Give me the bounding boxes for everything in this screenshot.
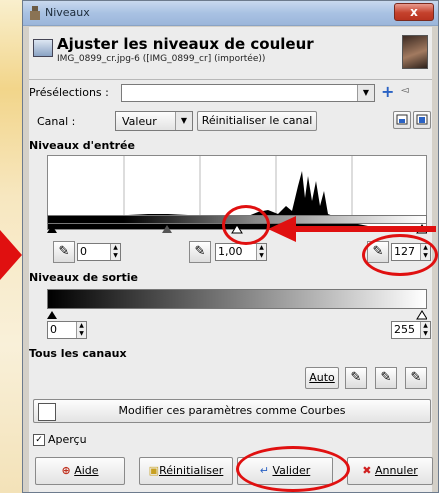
annotation-circle-white — [362, 234, 438, 276]
black-point-eyedropper-button[interactable]: ✎ — [345, 367, 367, 389]
log-histogram-icon[interactable] — [413, 111, 431, 129]
input-black-value: 0 — [80, 245, 87, 258]
input-black-spinner[interactable]: 0 ▲ ▼ — [77, 243, 121, 261]
preset-menu-icon[interactable]: ◅ — [401, 85, 409, 96]
black-point-handle — [47, 225, 57, 233]
output-gradient-bar — [47, 289, 427, 309]
dialog-subtitle: IMG_0899_cr.jpg-6 ([IMG_0899_cr] (import… — [57, 54, 266, 64]
output-low-handle — [47, 311, 57, 319]
spinner-arrows-icon[interactable]: ▲ ▼ — [420, 322, 430, 338]
output-high-value: 255 — [394, 323, 415, 336]
dialog-title: Ajuster les niveaux de couleur — [57, 35, 314, 53]
reset-icon: ▣ — [148, 464, 160, 477]
preview-checkbox[interactable]: ✓ Aperçu — [33, 433, 87, 446]
channel-value: Valeur — [122, 115, 157, 128]
gray-eyedropper-button[interactable]: ✎ — [189, 241, 211, 263]
mid-handle — [162, 225, 172, 233]
help-label: Aide — [74, 464, 99, 477]
curves-icon — [38, 403, 56, 421]
add-preset-icon[interactable]: + — [381, 82, 394, 101]
spinner-arrows-icon[interactable]: ▲ ▼ — [110, 244, 120, 260]
output-high-spinner[interactable]: 255 ▲ ▼ — [391, 321, 431, 339]
checkmark-icon[interactable]: ✓ — [33, 434, 45, 446]
auto-label: Auto — [309, 371, 335, 384]
white-point-eyedropper-button[interactable]: ✎ — [405, 367, 427, 389]
gray-point-eyedropper-button[interactable]: ✎ — [375, 367, 397, 389]
annotation-circle-ok — [236, 446, 350, 492]
all-channels-title: Tous les canaux — [29, 347, 127, 360]
edit-as-curves-label: Modifier ces paramètres comme Courbes — [118, 404, 346, 417]
dialog-header: Ajuster les niveaux de couleur IMG_0899_… — [29, 31, 432, 80]
linear-histogram-icon[interactable] — [393, 111, 411, 129]
levels-icon — [33, 39, 53, 57]
output-low-spinner[interactable]: 0 ▲ ▼ — [47, 321, 87, 339]
annotation-arrow-shaft — [290, 226, 436, 232]
annotation-arrow-left — [0, 230, 22, 280]
annotation-circle-gamma — [222, 205, 270, 245]
output-slider-track[interactable] — [47, 310, 427, 320]
cancel-button[interactable]: ✖ Annuler — [347, 457, 433, 485]
help-button[interactable]: ⊕ Aide — [35, 457, 125, 485]
channel-combo[interactable]: Valeur ▼ — [115, 111, 193, 131]
auto-button[interactable]: Auto — [305, 367, 339, 389]
window-title: Niveaux — [45, 6, 90, 19]
chevron-down-icon[interactable]: ▼ — [175, 112, 192, 130]
input-gamma-value: 1,00 — [218, 245, 243, 258]
black-eyedropper-button[interactable]: ✎ — [53, 241, 75, 263]
channel-label: Canal : — [37, 115, 76, 128]
reset-label: Réinitialiser — [159, 464, 224, 477]
annotation-arrow-head — [268, 216, 296, 242]
input-gamma-spinner[interactable]: 1,00 ▲ ▼ — [215, 243, 267, 261]
cancel-label: Annuler — [374, 464, 418, 477]
close-button[interactable]: x — [394, 3, 434, 21]
spinner-arrows-icon[interactable]: ▲ ▼ — [76, 322, 86, 338]
output-high-handle — [416, 310, 427, 320]
presets-combo[interactable]: ▼ — [121, 84, 375, 102]
cancel-icon: ✖ — [362, 464, 372, 477]
output-levels-title: Niveaux de sortie — [29, 271, 138, 284]
spinner-arrows-icon[interactable]: ▲ ▼ — [256, 244, 266, 260]
presets-label: Présélections : — [29, 86, 109, 99]
lifebuoy-icon: ⊕ — [61, 464, 71, 477]
edit-as-curves-button[interactable]: Modifier ces paramètres comme Courbes — [33, 399, 431, 423]
reset-button[interactable]: ▣Réinitialiser — [139, 457, 233, 485]
output-low-value: 0 — [50, 323, 57, 336]
gimp-icon — [30, 6, 40, 20]
preview-label: Aperçu — [48, 433, 87, 446]
chevron-down-icon[interactable]: ▼ — [357, 85, 374, 101]
title-bar[interactable]: Niveaux x — [23, 1, 438, 26]
reset-channel-button[interactable]: Réinitialiser le canal — [197, 111, 317, 131]
image-thumbnail — [402, 35, 428, 69]
input-levels-title: Niveaux d'entrée — [29, 139, 135, 152]
